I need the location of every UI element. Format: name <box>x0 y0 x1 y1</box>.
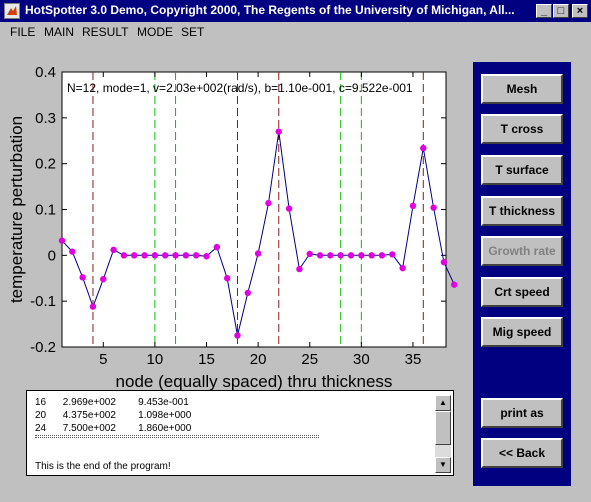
data-point <box>100 275 107 283</box>
window-title: HotSpotter 3.0 Demo, Copyright 2000, The… <box>25 3 515 17</box>
mig-speed-button[interactable]: Mig speed <box>481 317 563 347</box>
data-point <box>172 252 179 259</box>
scroll-thumb[interactable] <box>435 411 451 445</box>
growth-rate-button[interactable]: Growth rate <box>481 236 563 266</box>
output-message: This is the end of the program! <box>35 461 171 472</box>
maximize-icon[interactable]: □ <box>553 4 569 18</box>
data-point <box>213 243 221 251</box>
data-point <box>306 250 313 258</box>
x-tick-label: 20 <box>250 351 267 368</box>
data-point <box>131 252 138 259</box>
data-point <box>265 199 272 207</box>
data-point <box>151 252 159 259</box>
data-point <box>285 205 293 212</box>
data-point <box>69 248 76 255</box>
data-point <box>409 202 417 210</box>
data-point <box>223 275 231 282</box>
data-point <box>347 252 355 259</box>
data-point <box>327 252 334 259</box>
mesh-button[interactable]: Mesh <box>481 74 563 104</box>
data-point <box>79 274 86 281</box>
output-scrollbar[interactable]: ▲ ▼ <box>435 395 451 473</box>
y-tick-label: -0.1 <box>30 293 56 310</box>
menu-mode[interactable]: MODE <box>137 25 173 39</box>
data-point <box>182 252 190 259</box>
y-tick-label: 0.4 <box>35 64 56 81</box>
data-point <box>162 252 169 259</box>
data-point <box>316 252 324 259</box>
data-point <box>430 204 437 211</box>
y-tick-label: -0.2 <box>30 339 56 356</box>
data-point <box>141 252 148 259</box>
y-tick-label: 0.2 <box>35 156 56 173</box>
menu-result[interactable]: RESULT <box>82 25 128 39</box>
data-point <box>120 252 128 259</box>
data-point <box>275 128 282 135</box>
x-tick-label: 10 <box>147 351 164 368</box>
close-icon[interactable]: × <box>572 4 588 18</box>
data-point <box>203 253 210 260</box>
x-tick-label: 30 <box>353 351 370 368</box>
output-row: 20 4.375e+002 1.098e+000 <box>35 410 192 421</box>
menu-set[interactable]: SET <box>181 25 204 39</box>
title-bar: HotSpotter 3.0 Demo, Copyright 2000, The… <box>0 0 591 22</box>
x-tick-label: 5 <box>99 351 107 368</box>
data-point <box>254 250 262 257</box>
data-point <box>440 259 448 266</box>
data-point <box>296 265 303 273</box>
x-axis-label: node (equally spaced) thru thickness <box>116 372 393 390</box>
temperature-plot: -0.2 -0.1 0 0.1 0.2 0.3 0.4 5 10 15 20 25 30 35 N=12, … <box>7 64 458 390</box>
data-point <box>244 289 252 297</box>
crt-speed-button[interactable]: Crt speed <box>481 277 563 307</box>
minimize-icon[interactable]: _ <box>536 4 552 18</box>
menu-bar: FILE MAIN RESULT MODE SET <box>0 22 591 42</box>
print-as-button[interactable]: print as <box>481 398 563 428</box>
back-button[interactable]: << Back <box>481 438 563 468</box>
control-panel: Mesh T cross T surface T thickness Growt… <box>473 62 571 486</box>
data-point <box>399 264 406 272</box>
output-separator <box>35 435 319 438</box>
plot-area <box>61 71 447 348</box>
output-row: 24 7.500e+002 1.860e+000 <box>35 423 192 434</box>
scroll-up-icon[interactable]: ▲ <box>435 395 451 411</box>
y-tick-label: 0.3 <box>35 110 56 127</box>
data-point <box>192 252 200 259</box>
x-tick-label: 35 <box>405 351 422 368</box>
data-point <box>337 252 344 259</box>
t-cross-button[interactable]: T cross <box>481 114 563 144</box>
plot-annotation: N=12, mode=1, v=2.03e+002(rad/s), b=1.10… <box>67 81 413 95</box>
data-point <box>234 332 241 339</box>
menu-main[interactable]: MAIN <box>44 25 74 39</box>
y-tick-label: 0.1 <box>35 202 56 219</box>
data-point <box>358 252 365 259</box>
data-point <box>110 246 117 254</box>
x-tick-label: 15 <box>198 351 215 368</box>
data-point <box>58 237 66 244</box>
scroll-down-icon[interactable]: ▼ <box>435 457 451 473</box>
y-tick-label: 0 <box>48 247 56 264</box>
output-row: 16 2.969e+002 9.453e-001 <box>35 397 189 408</box>
data-point <box>451 281 458 288</box>
output-console: 16 2.969e+002 9.453e-001 20 4.375e+002 1… <box>26 390 454 476</box>
data-point <box>368 252 375 259</box>
data-point <box>89 303 97 310</box>
menu-file[interactable]: FILE <box>10 25 35 39</box>
y-axis-label: temperature perturbation <box>7 116 26 303</box>
t-surface-button[interactable]: T surface <box>481 155 563 185</box>
data-point <box>378 252 386 259</box>
matlab-logo-icon <box>4 3 20 19</box>
t-thickness-button[interactable]: T thickness <box>481 196 563 226</box>
x-tick-label: 25 <box>301 351 318 368</box>
data-point <box>420 144 427 152</box>
data-point <box>389 251 396 258</box>
